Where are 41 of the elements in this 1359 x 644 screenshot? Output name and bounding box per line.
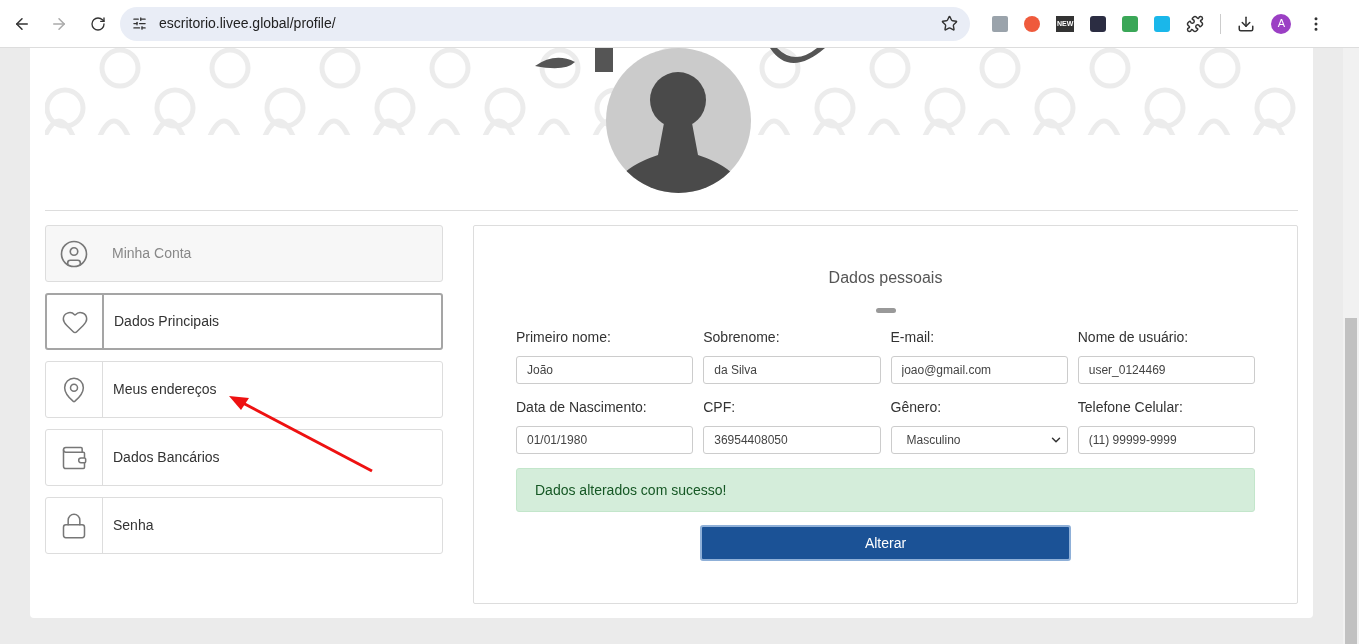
submit-button[interactable]: Alterar [700,525,1071,561]
profile-avatar[interactable]: A [1271,13,1292,34]
extension-icon[interactable] [1090,15,1107,32]
url-text: escritorio.livee.global/profile/ [159,14,337,33]
menu-item-label: Dados Bancários [113,448,220,467]
scrollbar[interactable] [1343,48,1359,644]
field-label: Nome de usuário: [1077,328,1190,347]
menu-item[interactable]: Dados Principais [45,293,443,350]
field-label: Sobrenome: [703,328,781,347]
site-settings-icon[interactable] [132,16,147,31]
title-underline-bar [875,308,896,313]
field-label: E-mail: [890,328,936,347]
form-title: Dados pessoais [828,268,943,288]
field-label: Data de Nascimento: [516,398,648,417]
field-label: Gênero: [890,398,943,417]
menu-item[interactable]: Meus endereços [45,361,443,418]
input-field[interactable]: joao@gmail.com [890,356,1068,384]
menu-item[interactable]: Dados Bancários [45,429,443,486]
gender-select[interactable]: Masculino [890,426,1068,454]
menu-header-label: Minha Conta [112,244,192,263]
menu-item-label: Meus endereços [113,380,217,399]
success-alert: Dados alterados com sucesso! [516,468,1255,512]
menu-item-label: Senha [113,516,154,535]
input-field[interactable]: 36954408050 [703,426,881,454]
bookmark-star-icon[interactable] [941,15,958,32]
field-label: CPF: [703,398,737,417]
field-label: Primeiro nome: [516,328,612,347]
download-icon[interactable] [1237,14,1256,33]
input-field[interactable]: (11) 99999-9999 [1077,426,1255,454]
user-icon [59,238,89,269]
field-label: Telefone Celular: [1077,398,1184,417]
input-field[interactable]: João [516,356,694,384]
menu-item[interactable]: Senha [45,497,443,554]
address-bar[interactable]: escritorio.livee.global/profile/ [120,6,970,41]
reload-icon[interactable] [90,15,106,32]
input-field[interactable]: 01/01/1980 [516,426,694,454]
extensions-puzzle-icon[interactable] [1186,14,1205,33]
lock-icon [60,511,88,540]
input-field[interactable]: da Silva [703,356,881,384]
menu-item-label: Dados Principais [114,312,220,331]
input-field[interactable]: user_0124469 [1077,356,1255,384]
